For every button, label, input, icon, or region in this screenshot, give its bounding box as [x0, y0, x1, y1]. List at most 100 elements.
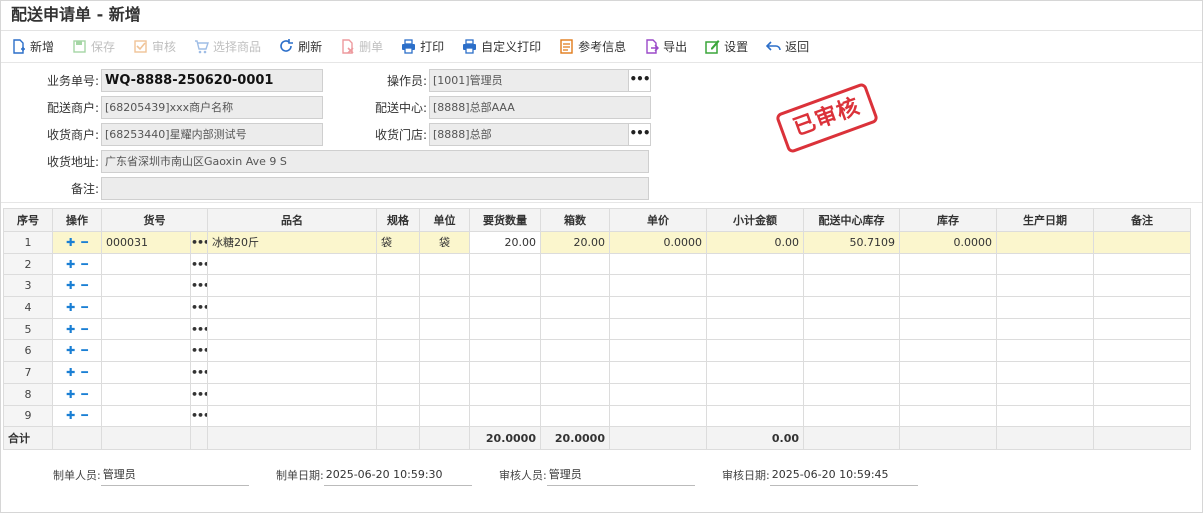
store-picker-button[interactable]: •••	[629, 122, 651, 146]
cell-qty[interactable]	[469, 361, 541, 384]
cell-qty[interactable]	[469, 252, 541, 276]
cell-remark[interactable]	[1093, 404, 1191, 428]
cell-date[interactable]	[996, 231, 1094, 254]
cell-remark[interactable]	[1093, 274, 1191, 298]
remove-row-icon[interactable]: ━	[81, 388, 88, 401]
add-row-icon[interactable]: ✚	[66, 236, 75, 249]
column-header-name: 品名	[207, 208, 377, 232]
cell-remark[interactable]	[1093, 317, 1191, 341]
toolbar-button-new-doc[interactable]: 新增	[11, 38, 54, 55]
cell-qty[interactable]	[469, 296, 541, 319]
center-field[interactable]: [8888]总部AAA	[429, 95, 651, 119]
toolbar-button-back-arrow[interactable]: 返回	[766, 38, 809, 55]
cell-date[interactable]	[996, 339, 1094, 363]
cell-qty[interactable]	[469, 339, 541, 363]
order-form: 业务单号: WQ-8888-250620-0001 操作员: [1001]管理员…	[1, 63, 1202, 203]
cell-date[interactable]	[996, 252, 1094, 276]
remove-row-icon[interactable]: ━	[81, 279, 88, 292]
cell-remark[interactable]	[1093, 339, 1191, 363]
table-row: 5 ✚ ━ •••	[3, 317, 1191, 341]
product-picker-button[interactable]: •••	[190, 361, 208, 384]
remove-row-icon[interactable]: ━	[81, 323, 88, 336]
audit-date-item: 审核日期: 2025-06-20 10:59:45	[722, 463, 918, 487]
product-picker-button[interactable]: •••	[190, 404, 208, 428]
add-row-icon[interactable]: ✚	[66, 366, 75, 379]
toolbar-button-audit-check[interactable]: 审核	[133, 38, 176, 55]
cell-code[interactable]	[101, 296, 191, 319]
cell-code[interactable]	[101, 361, 191, 384]
toolbar-button-delete-doc[interactable]: 删单	[340, 38, 383, 55]
cell-date[interactable]	[996, 382, 1094, 406]
add-row-icon[interactable]: ✚	[66, 301, 75, 314]
remove-row-icon[interactable]: ━	[81, 258, 88, 271]
cell-code[interactable]	[101, 382, 191, 406]
remove-row-icon[interactable]: ━	[81, 366, 88, 379]
store-label: 收货门店:	[374, 127, 427, 142]
cell-date[interactable]	[996, 296, 1094, 319]
order-no-field[interactable]: WQ-8888-250620-0001	[101, 68, 323, 92]
cell-date[interactable]	[996, 404, 1094, 428]
merchant-field[interactable]: [68205439]xxx商户名称	[101, 95, 323, 119]
total-blank	[376, 426, 420, 451]
cell-boxes	[540, 296, 610, 319]
cell-code[interactable]: 000031	[101, 231, 191, 254]
column-header-spec: 规格	[376, 208, 420, 232]
toolbar-button-settings-edit[interactable]: 设置	[705, 38, 748, 55]
toolbar-button-save[interactable]: 保存	[72, 38, 115, 55]
cell-name	[207, 317, 377, 341]
add-row-icon[interactable]: ✚	[66, 409, 75, 422]
toolbar-button-printer[interactable]: 打印	[401, 38, 444, 55]
product-picker-button[interactable]: •••	[190, 231, 208, 254]
cell-subtotal	[706, 339, 804, 363]
cell-remark[interactable]	[1093, 231, 1191, 254]
cell-date[interactable]	[996, 317, 1094, 341]
product-picker-button[interactable]: •••	[190, 317, 208, 341]
add-row-icon[interactable]: ✚	[66, 258, 75, 271]
product-picker-button[interactable]: •••	[190, 252, 208, 276]
remove-row-icon[interactable]: ━	[81, 236, 88, 249]
toolbar-button-printer-custom[interactable]: 自定义打印	[462, 38, 541, 55]
cell-code[interactable]	[101, 339, 191, 363]
add-row-icon[interactable]: ✚	[66, 344, 75, 357]
product-picker-button[interactable]: •••	[190, 339, 208, 363]
cell-qty[interactable]	[469, 382, 541, 406]
cell-remark[interactable]	[1093, 296, 1191, 319]
cell-date[interactable]	[996, 274, 1094, 298]
cell-qty[interactable]	[469, 317, 541, 341]
cell-qty[interactable]	[469, 274, 541, 298]
product-picker-button[interactable]: •••	[190, 274, 208, 298]
cell-stock	[899, 382, 997, 406]
remark-field[interactable]	[101, 176, 649, 200]
address-field[interactable]: 广东省深圳市南山区Gaoxin Ave 9 S	[101, 149, 649, 173]
cell-code[interactable]	[101, 404, 191, 428]
add-row-icon[interactable]: ✚	[66, 388, 75, 401]
cell-code[interactable]	[101, 252, 191, 276]
product-picker-button[interactable]: •••	[190, 382, 208, 406]
cell-code[interactable]	[101, 274, 191, 298]
column-header-qty: 要货数量	[469, 208, 541, 232]
toolbar-button-refresh[interactable]: 刷新	[279, 38, 322, 55]
cell-remark[interactable]	[1093, 252, 1191, 276]
cell-date[interactable]	[996, 361, 1094, 384]
operator-field[interactable]: [1001]管理员	[429, 68, 629, 92]
toolbar-button-export[interactable]: 导出	[644, 38, 687, 55]
cell-qty[interactable]: 20.00	[469, 231, 541, 254]
add-row-icon[interactable]: ✚	[66, 323, 75, 336]
product-picker-button[interactable]: •••	[190, 296, 208, 319]
store-field[interactable]: [8888]总部	[429, 122, 629, 146]
remove-row-icon[interactable]: ━	[81, 344, 88, 357]
toolbar-button-reference[interactable]: 参考信息	[559, 38, 626, 55]
cell-stock	[899, 296, 997, 319]
cell-qty[interactable]	[469, 404, 541, 428]
cell-remark[interactable]	[1093, 361, 1191, 384]
cell-subtotal	[706, 274, 804, 298]
add-row-icon[interactable]: ✚	[66, 279, 75, 292]
cell-remark[interactable]	[1093, 382, 1191, 406]
remove-row-icon[interactable]: ━	[81, 409, 88, 422]
cell-code[interactable]	[101, 317, 191, 341]
operator-picker-button[interactable]: •••	[629, 68, 651, 92]
remark-label: 备注:	[70, 181, 99, 196]
toolbar-button-cart[interactable]: 选择商品	[194, 38, 261, 55]
remove-row-icon[interactable]: ━	[81, 301, 88, 314]
receiver-field[interactable]: [68253440]星耀内部测试号	[101, 122, 323, 146]
